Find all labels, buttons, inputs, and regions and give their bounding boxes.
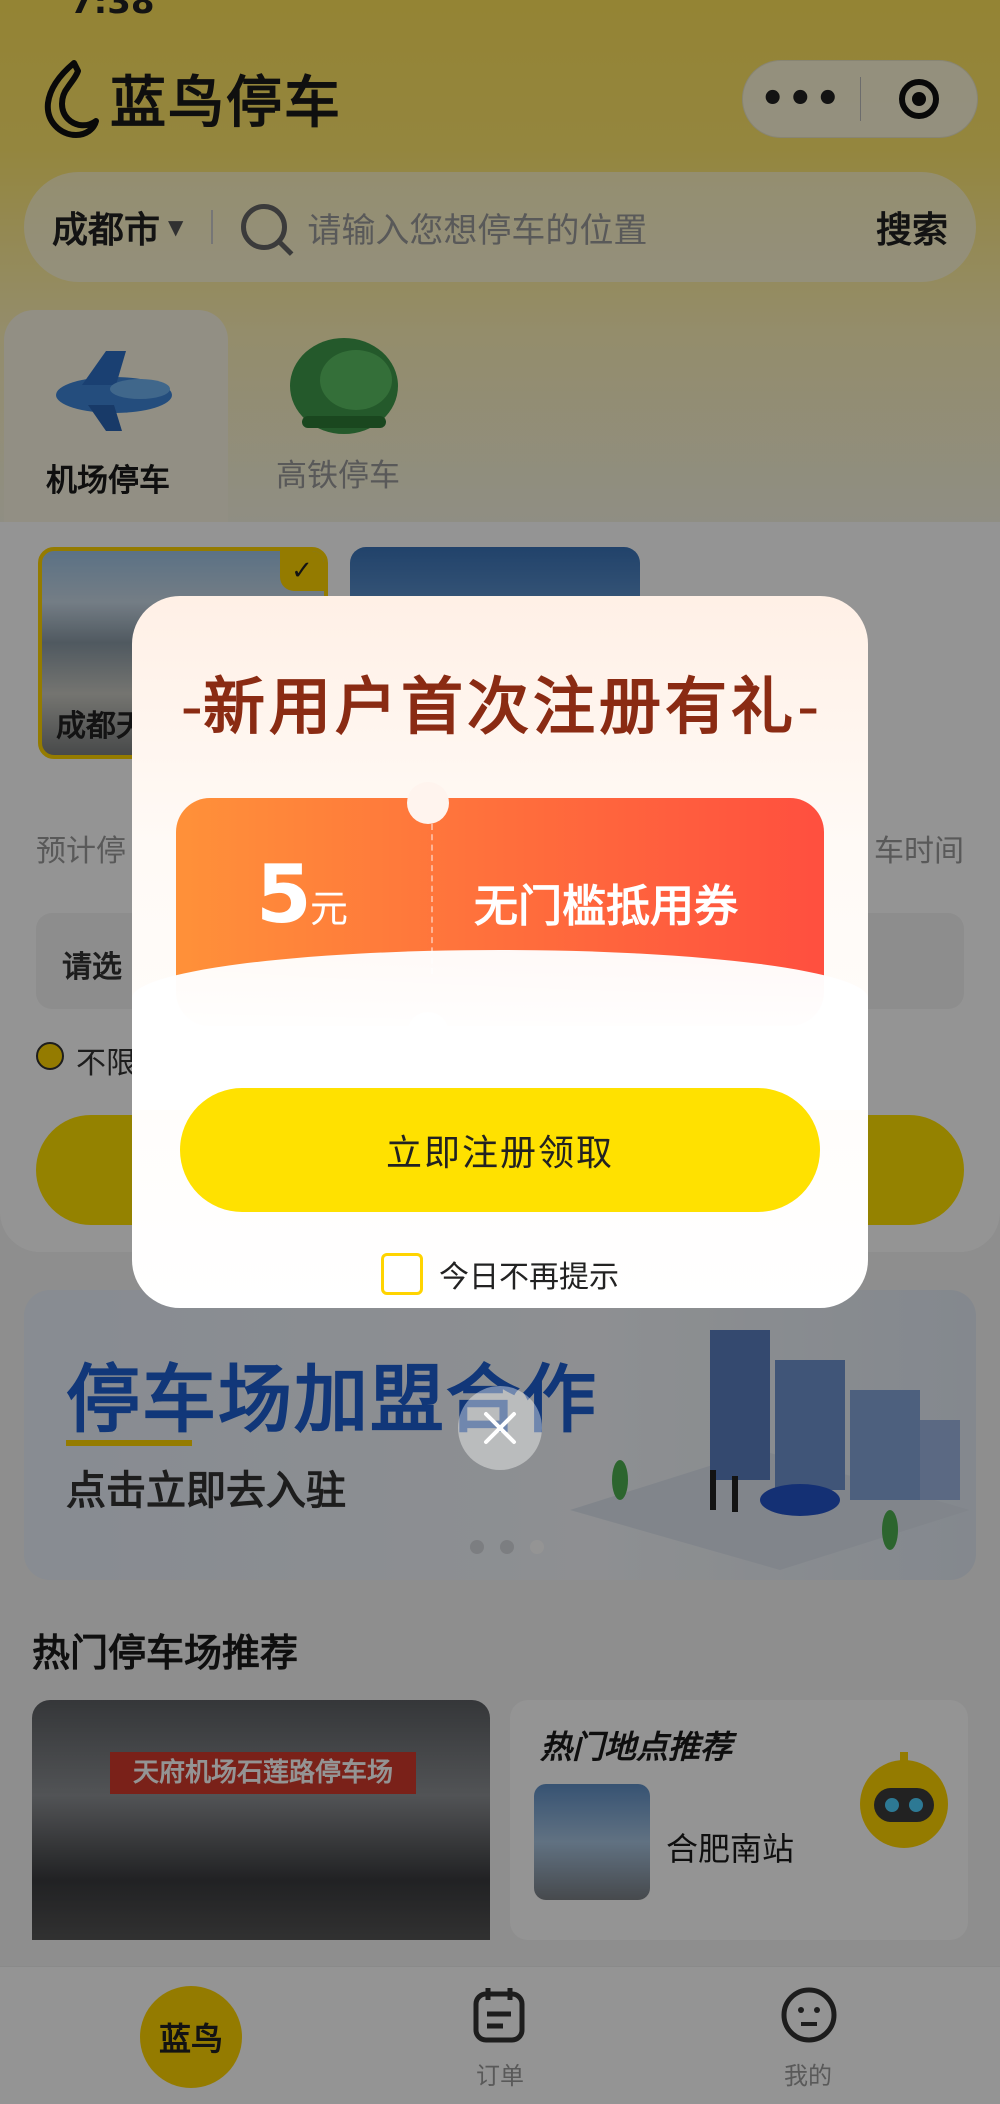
coupon-notch-top <box>407 782 449 824</box>
dont-remind-row[interactable]: 今日不再提示 <box>132 1252 868 1296</box>
coupon-name: 无门槛抵用券 <box>474 881 738 932</box>
modal-title: -新用户首次注册有礼- <box>132 656 868 746</box>
coupon-amount: 5 <box>256 848 312 941</box>
title-dash-right: - <box>797 670 820 743</box>
coupon-unit: 元 <box>310 887 349 931</box>
claim-register-button[interactable]: 立即注册领取 <box>180 1088 820 1212</box>
dont-remind-checkbox[interactable] <box>381 1253 423 1295</box>
title-dash-left: - <box>180 670 203 743</box>
dont-remind-label: 今日不再提示 <box>439 1260 619 1295</box>
register-gift-modal: -新用户首次注册有礼- 5 元 无门槛抵用券 立即注册领取 今日不再提示 <box>132 596 868 1308</box>
close-icon <box>484 1412 516 1444</box>
coupon-envelope-cover <box>132 950 868 1110</box>
modal-title-text: 新用户首次注册有礼 <box>202 670 797 743</box>
close-modal-button[interactable] <box>458 1386 542 1470</box>
